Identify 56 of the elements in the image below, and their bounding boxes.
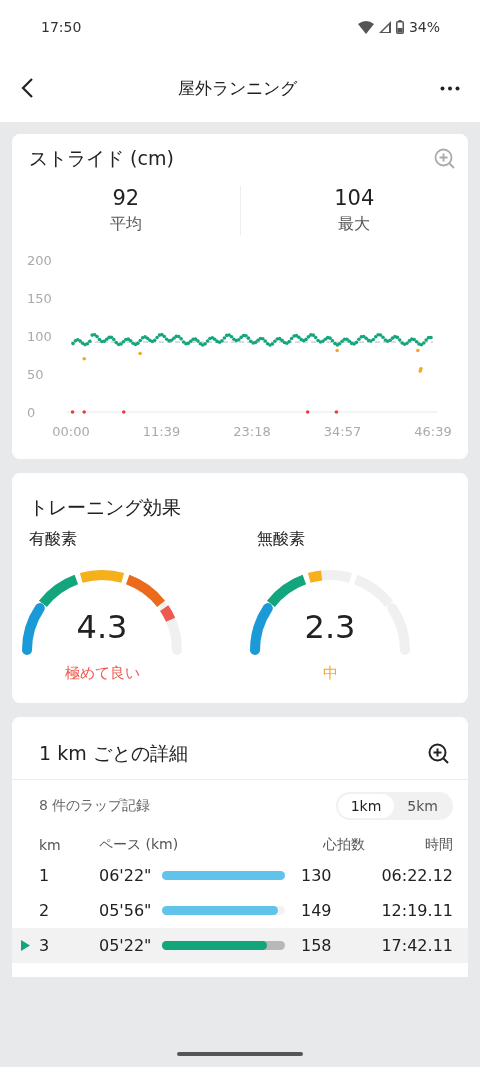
x-axis-label: 34:57 (323, 424, 362, 439)
table-cell-text: 05'56" (99, 901, 153, 920)
table-cell: 3 (39, 936, 50, 955)
stat-value: 104 (334, 186, 375, 210)
card-title: ストライド (cm) (29, 146, 174, 171)
gauge-label: 有酸素 (29, 529, 77, 550)
status-time: 17:50 (41, 19, 82, 35)
back-icon[interactable] (20, 77, 34, 99)
y-axis-label: 50 (27, 367, 44, 382)
battery-icon (395, 20, 404, 34)
table-cell: 1 (39, 866, 50, 885)
x-axis-label: 46:39 (414, 424, 452, 439)
more-icon[interactable] (440, 85, 460, 91)
card-title: 1 km ごとの詳細 (39, 741, 188, 766)
x-axis-label: 11:39 (142, 424, 181, 439)
table-cell-text: 130 (301, 866, 333, 885)
table-cell-text: 12:19.11 (380, 901, 453, 920)
current-marker-icon (21, 940, 30, 951)
stat-value: 92 (112, 186, 140, 210)
battery-level: 34% (408, 19, 440, 35)
table-cell-text: 149 (301, 901, 333, 920)
x-axis-label: 00:00 (52, 424, 90, 439)
zoom-in-icon[interactable] (428, 743, 450, 765)
table-cell-text: 06:22.12 (380, 866, 453, 885)
rating-text: 極めて良い (63, 664, 141, 683)
lap-row[interactable]: 1 06'22" 130 06:22.12 (12, 858, 468, 893)
lap-count: 8 件のラップ記録 (39, 797, 151, 815)
table-cell-text: 17:42.11 (380, 936, 453, 955)
selected-lap-row[interactable]: 3 05'22" 158 17:42.11 (12, 928, 468, 963)
stat-label: 平均 (109, 214, 142, 235)
signal-icon (378, 21, 391, 33)
unit-tab[interactable]: 1km (337, 794, 395, 818)
x-axis-label: 23:18 (233, 424, 271, 439)
column-header: 時間 (424, 836, 453, 854)
wifi-icon (357, 20, 374, 34)
stat-label: 最大 (338, 214, 371, 235)
unit-tab[interactable]: 5km (394, 794, 451, 818)
gauge-value: 2.3 (303, 608, 357, 646)
y-axis-label: 0 (27, 405, 36, 420)
lap-row[interactable]: 2 05'56" 149 12:19.11 (12, 893, 468, 928)
y-axis-label: 150 (27, 291, 52, 306)
screen-title: 屋外ランニング (177, 76, 297, 100)
column-header: ペース (km) (99, 836, 180, 854)
table-cell-text: 158 (301, 936, 333, 955)
table-cell-text: 06'22" (99, 866, 153, 885)
y-axis-label: 200 (27, 253, 52, 268)
card-title: トレーニング効果 (28, 495, 182, 520)
gauge-label: 無酸素 (257, 529, 305, 550)
rating-text: 中 (321, 664, 339, 683)
column-header: 心拍数 (322, 836, 365, 854)
table-cell: 2 (39, 901, 50, 920)
y-axis-label: 100 (27, 329, 52, 344)
table-cell-text: 05'22" (99, 936, 153, 955)
column-header: km (39, 837, 62, 853)
gauge-value: 4.3 (75, 608, 129, 646)
home-indicator[interactable] (177, 1051, 303, 1056)
